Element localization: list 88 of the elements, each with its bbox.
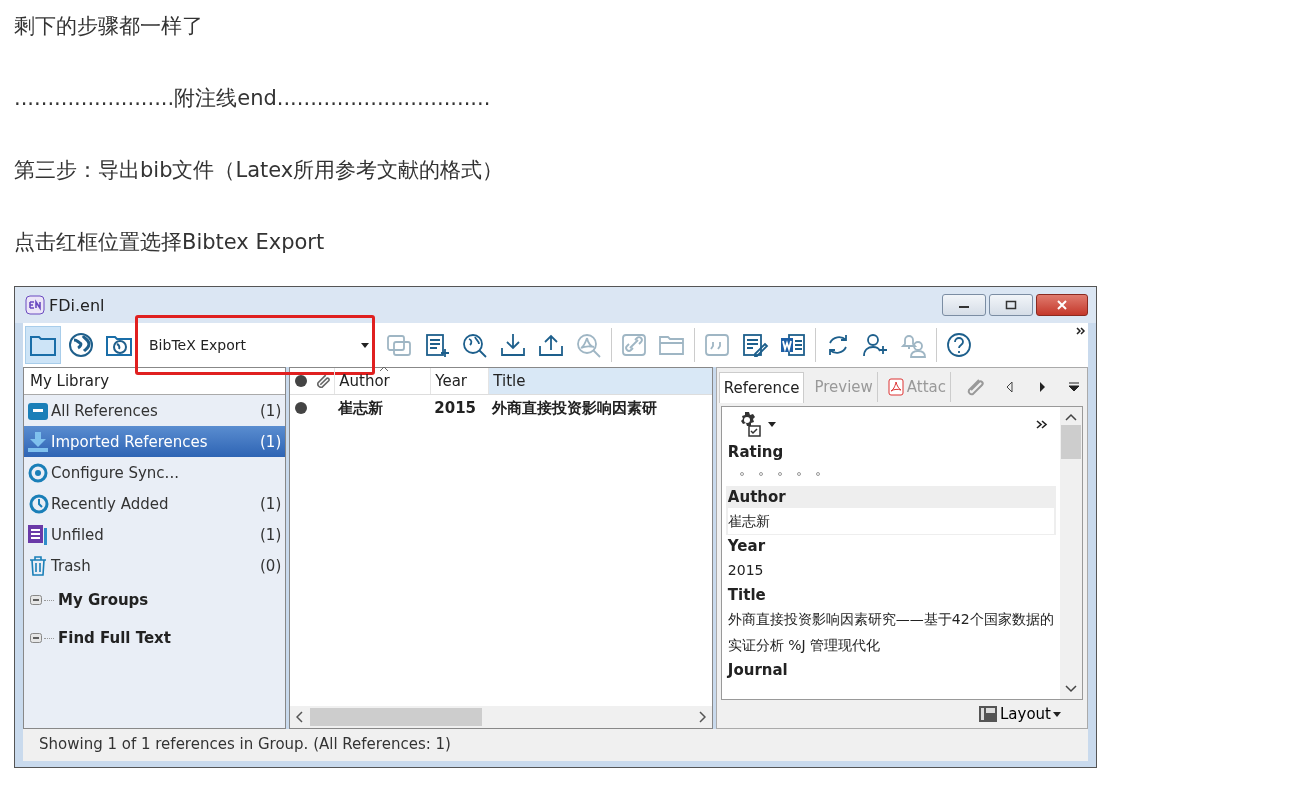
library-item[interactable]: All References (1) (24, 395, 286, 426)
item-count: (1) (260, 401, 282, 420)
library-item-label: Unfiled (51, 525, 104, 544)
folder-globe-icon (105, 333, 133, 357)
field-value[interactable]: 外商直接投资影响因素研究——基于42个国家数据的实证分析 %J 管理现代化 (727, 606, 1054, 658)
minimize-button[interactable] (942, 294, 986, 316)
link-icon (620, 332, 648, 358)
group-heading[interactable]: Find Full Text (58, 629, 171, 647)
table-cell-text: 2015 (433, 399, 477, 417)
download-icon (499, 332, 527, 358)
library-header: My Library (24, 368, 286, 395)
list-add-icon (423, 332, 451, 358)
app-logo-icon (25, 295, 45, 315)
close-icon (1056, 300, 1068, 310)
library-item-label: All References (51, 401, 158, 420)
unfiled-icon (27, 523, 49, 546)
field-value[interactable]: 崔志新 (727, 508, 1054, 534)
library-item-label: Trash (51, 556, 91, 575)
vertical-scrollbar[interactable] (1060, 407, 1082, 699)
scroll-left-icon[interactable] (296, 711, 305, 723)
item-count: (1) (260, 432, 282, 451)
scroll-right-icon[interactable] (697, 711, 706, 723)
library-item[interactable]: Configure Sync... (24, 457, 286, 488)
copy-icon (385, 332, 413, 358)
field-label: Rating (727, 442, 785, 463)
scroll-thumb[interactable] (310, 708, 483, 726)
library-item[interactable]: Recently Added (1) (24, 488, 286, 519)
panel-menu-icon[interactable] (1067, 380, 1081, 394)
caret-icon (361, 342, 369, 348)
field-label: Author (727, 487, 787, 508)
paragraph: ........................附注线end................................ (14, 85, 491, 112)
pdf-search-icon (575, 332, 603, 358)
library-item-label: Imported References (51, 432, 208, 451)
globe-search-icon (461, 332, 489, 358)
bell-user-icon (900, 332, 928, 358)
local-library-button[interactable] (25, 326, 61, 364)
paragraph: 剩下的步骤都一样了 (14, 13, 203, 40)
word-icon (779, 332, 807, 358)
paragraph: 点击红框位置选择Bibtex Export (14, 229, 325, 256)
upload-icon (537, 332, 565, 358)
more-icon[interactable] (1036, 419, 1048, 429)
status-bar: Showing 1 of 1 references in Group. (All References: 1) (23, 729, 1088, 761)
horizontal-scrollbar[interactable] (290, 706, 712, 728)
field-label: Title (727, 585, 767, 606)
column-header[interactable]: Author (334, 368, 431, 394)
scroll-down-icon[interactable] (1065, 685, 1077, 693)
collapse-icon[interactable] (30, 632, 42, 644)
help-icon (945, 332, 973, 358)
group-heading[interactable]: My Groups (58, 591, 149, 609)
item-count: (1) (260, 494, 282, 513)
library-item[interactable]: Unfiled (1) (24, 519, 286, 550)
library-item-label: Recently Added (51, 494, 169, 513)
collapse-icon[interactable] (30, 594, 42, 606)
layout-icon (978, 705, 998, 723)
item-count: (1) (260, 525, 282, 544)
scroll-up-icon[interactable] (1065, 413, 1077, 421)
paragraph: 第三步：导出bib文件（Latex所用参考文献的格式） (14, 157, 504, 184)
item-count: (0) (260, 556, 282, 575)
field-label: Journal (727, 660, 789, 681)
library-item-label: Configure Sync... (51, 463, 179, 482)
user-add-icon (862, 332, 890, 358)
maximize-button[interactable] (989, 294, 1033, 316)
layout-button[interactable]: Layout (972, 704, 1067, 724)
edit-icon (741, 332, 769, 358)
maximize-icon (1005, 300, 1017, 310)
scroll-thumb[interactable] (1061, 425, 1081, 459)
caret-icon[interactable] (767, 421, 776, 427)
close-button[interactable] (1036, 294, 1088, 316)
column-header[interactable]: Title (488, 368, 712, 394)
field-label: Year (727, 536, 767, 557)
folder-icon (29, 333, 57, 357)
table-cell-text: 崔志新 (337, 398, 385, 418)
pdf-icon (887, 378, 904, 396)
quote-icon (703, 332, 731, 358)
read-status-column-icon (295, 375, 308, 387)
panel-tab[interactable]: Reference (718, 371, 805, 403)
library-item[interactable]: Imported References (1) (24, 426, 286, 457)
paperclip-icon (316, 374, 331, 388)
trash-icon (27, 554, 49, 577)
recent-icon (27, 492, 49, 515)
caret-icon (1053, 711, 1061, 717)
imported-icon (27, 430, 49, 453)
field-value[interactable]: 2015 (727, 557, 1054, 583)
more-tools-icon[interactable] (1076, 327, 1086, 335)
table-cell-text: 外商直接投资影响因素研 (491, 398, 659, 418)
library-item[interactable]: Trash (0) (24, 550, 286, 581)
window-title: FDi.enl (49, 295, 105, 315)
sort-caret-icon (379, 366, 390, 372)
